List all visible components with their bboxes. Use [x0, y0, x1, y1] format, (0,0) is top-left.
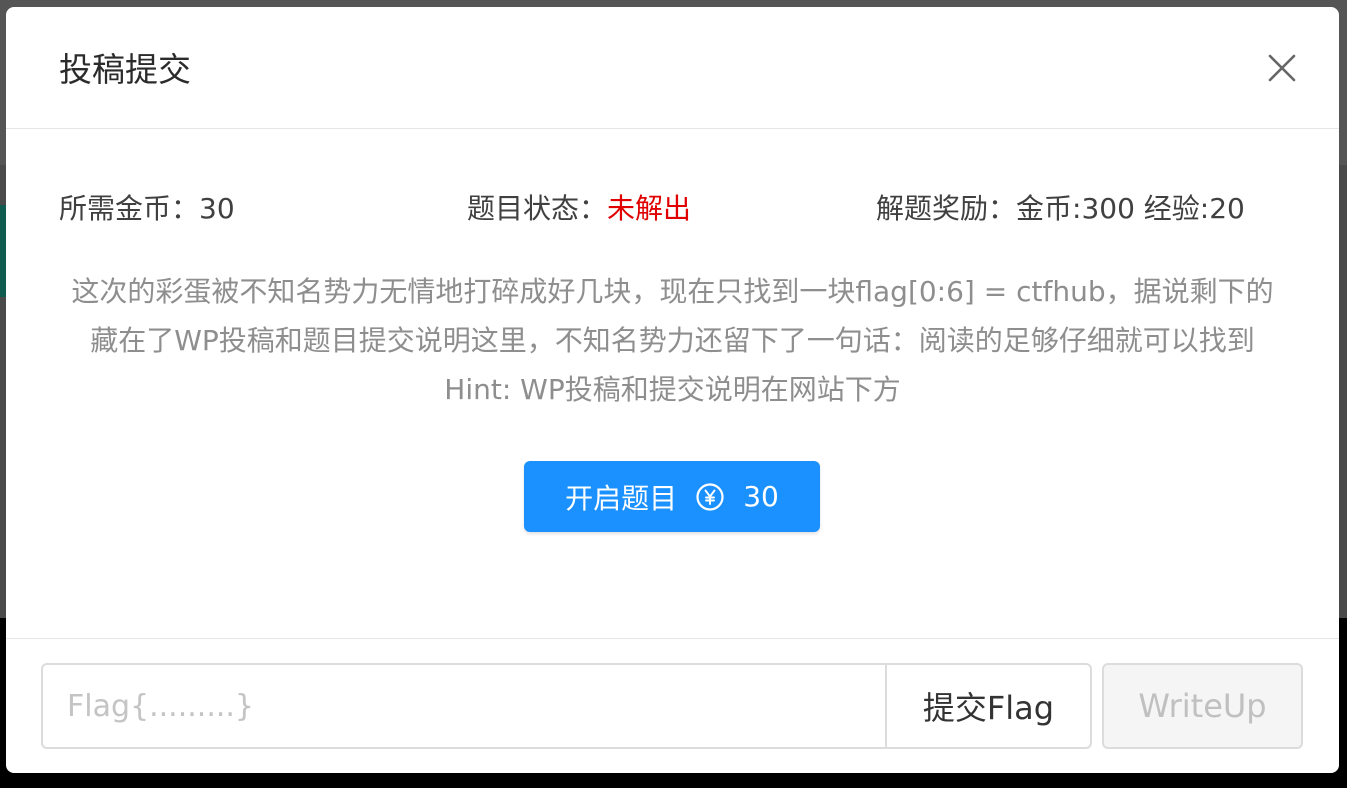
- challenge-status-value: 未解出: [607, 192, 692, 225]
- required-coins: 所需金币：30: [59, 187, 235, 231]
- flag-input[interactable]: [41, 663, 885, 749]
- challenge-status-label: 题目状态：: [467, 192, 608, 225]
- solve-reward: 解题奖励：金币:300 经验:20: [876, 187, 1245, 231]
- required-coins-value: 30: [199, 192, 235, 225]
- solve-reward-value: 金币:300 经验:20: [1016, 192, 1245, 225]
- start-challenge-cost: 30: [743, 480, 779, 513]
- modal-header: 投稿提交: [6, 7, 1339, 129]
- close-button[interactable]: [1267, 53, 1297, 83]
- modal-footer: 提交Flag WriteUp: [6, 638, 1339, 773]
- modal-title: 投稿提交: [59, 50, 191, 89]
- challenge-description: 这次的彩蛋被不知名势力无情地打碎成好几块，现在只找到一块flag[0:6] = …: [71, 275, 1274, 406]
- required-coins-label: 所需金币：: [59, 192, 200, 225]
- submit-flag-button[interactable]: 提交Flag: [885, 663, 1092, 749]
- writeup-button[interactable]: WriteUp: [1102, 663, 1303, 749]
- solve-reward-label: 解题奖励：: [876, 192, 1017, 225]
- start-challenge-label: 开启题目: [565, 481, 678, 515]
- yen-coin-icon: [696, 482, 724, 511]
- start-challenge-button[interactable]: 开启题目 30: [524, 461, 820, 532]
- close-icon: [1268, 54, 1296, 82]
- submit-modal: 投稿提交 所需金币：30 题目状态：未解出 解题奖励：金币:300 经验:20 …: [6, 7, 1339, 773]
- challenge-info: 所需金币：30 题目状态：未解出 解题奖励：金币:300 经验:20: [6, 187, 1339, 231]
- challenge-status: 题目状态：未解出: [467, 187, 691, 231]
